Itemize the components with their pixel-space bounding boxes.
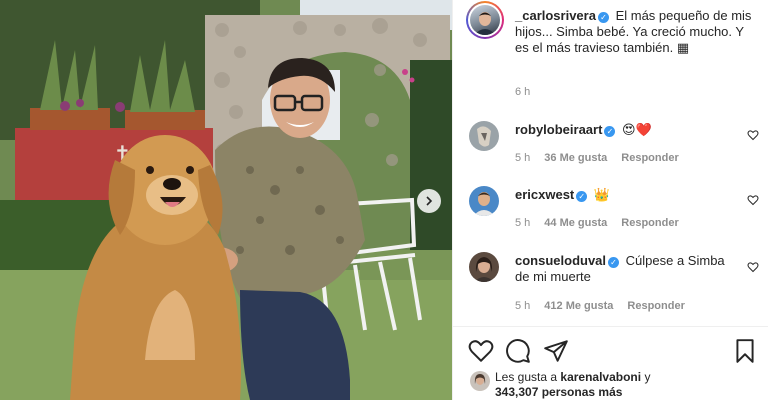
author-avatar[interactable]	[466, 1, 504, 39]
chevron-right-icon	[426, 196, 433, 206]
comment-username[interactable]: ericxwest	[515, 187, 574, 202]
liker-username[interactable]: karenalvaboni	[560, 370, 641, 384]
comment-meta: 5 h 44 Me gusta Responder	[515, 217, 693, 229]
caption-emoji: ▦	[676, 40, 690, 55]
likes-count[interactable]: 343,307 personas más	[495, 385, 622, 399]
comment-username[interactable]: robylobeiraart	[515, 122, 602, 137]
comment-username[interactable]: consueloduval	[515, 253, 606, 268]
comment-likes[interactable]: 412 Me gusta	[544, 300, 613, 312]
likes-prefix: Les gusta a	[495, 370, 558, 384]
like-heart-icon[interactable]	[468, 338, 494, 364]
reply-button[interactable]: Responder	[627, 300, 684, 312]
verified-icon: ✓	[576, 191, 588, 202]
author-avatar-image	[474, 12, 496, 35]
comment: consueloduval ✓ Cúlpese a Simba de mi mue…	[515, 253, 735, 285]
likes-summary: Les gusta a karenalvaboni y 343,307 pers…	[495, 370, 650, 400]
comment-avatar-image	[469, 252, 499, 282]
verified-icon: ✓	[604, 126, 616, 137]
post-time: 6 h	[515, 86, 544, 98]
photo-scene: ✝	[0, 0, 452, 400]
comment-avatar[interactable]	[469, 252, 499, 282]
verified-icon: ✓	[608, 257, 620, 268]
comment-time: 5 h	[515, 300, 531, 312]
liker-avatar-image	[470, 371, 490, 391]
comment-avatar-image	[469, 186, 499, 216]
comments-panel: _carlosrivera ✓ El más pequeño de mis hij…	[452, 0, 768, 400]
reply-button[interactable]: Responder	[621, 152, 678, 164]
comment-avatar[interactable]	[469, 186, 499, 216]
comment-time: 5 h	[515, 217, 531, 229]
reply-button[interactable]: Responder	[621, 217, 678, 229]
heart-icon[interactable]	[747, 194, 759, 206]
comment-meta: 5 h 36 Me gusta Responder	[515, 152, 693, 164]
comment-icon[interactable]	[505, 338, 531, 364]
comment-likes[interactable]: 44 Me gusta	[544, 217, 607, 229]
author-username[interactable]: _carlosrivera	[515, 8, 596, 23]
post-caption: _carlosrivera ✓ El más pequeño de mis hij…	[515, 8, 761, 56]
divider	[453, 326, 768, 327]
post-photo[interactable]: ✝	[0, 0, 452, 400]
comment-likes[interactable]: 36 Me gusta	[544, 152, 607, 164]
comment-meta: 5 h 412 Me gusta Responder	[515, 300, 699, 312]
likes-suffix: y	[644, 370, 651, 384]
next-photo-button[interactable]	[417, 189, 441, 213]
comment-avatar[interactable]	[469, 121, 499, 151]
comment: robylobeiraart ✓ 😍❤️	[515, 122, 735, 138]
liker-avatar[interactable]	[470, 371, 490, 391]
comment: ericxwest ✓ 👑	[515, 187, 735, 203]
heart-icon[interactable]	[747, 261, 759, 273]
bookmark-icon[interactable]	[732, 338, 758, 364]
share-icon[interactable]	[543, 338, 569, 364]
comment-time: 5 h	[515, 152, 531, 164]
verified-icon: ✓	[597, 12, 609, 23]
post-time-text: 6 h	[515, 86, 531, 98]
comment-text: 👑	[593, 187, 611, 202]
comment-text: 😍❤️	[622, 122, 652, 137]
comment-avatar-image	[469, 121, 499, 151]
heart-icon[interactable]	[747, 129, 759, 141]
